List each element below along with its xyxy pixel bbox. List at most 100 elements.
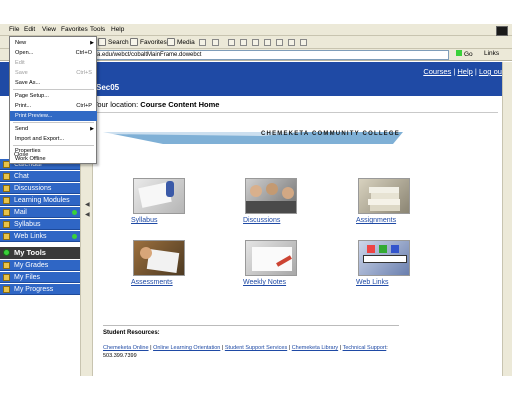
student-support-services-link[interactable]: Student Support Services	[225, 345, 287, 351]
discuss-icon[interactable]	[252, 39, 259, 46]
my-tools-heading: My Tools	[0, 247, 80, 259]
help-link[interactable]: Help	[457, 67, 472, 76]
logout-link[interactable]: Log out	[479, 67, 504, 76]
submenu-arrow-icon: ▶	[90, 126, 94, 132]
assessments-link[interactable]: Assessments	[131, 279, 189, 286]
files-icon	[3, 274, 10, 281]
menu-edit[interactable]: Edit	[24, 26, 35, 33]
collapse-arrow-icon[interactable]: ◀	[85, 211, 90, 218]
menu-file[interactable]: File	[9, 26, 19, 33]
menu-tools[interactable]: Tools	[90, 26, 105, 33]
weblinks-icon	[3, 233, 10, 240]
menu-bar: File Edit View Favorites Tools Help	[0, 24, 512, 36]
courses-link[interactable]: Courses	[423, 67, 451, 76]
technical-support-link[interactable]: Technical Support	[343, 345, 387, 351]
file-menu-new[interactable]: New ▶	[10, 38, 97, 48]
syllabus-link[interactable]: Syllabus	[131, 217, 189, 224]
media-button[interactable]: Media	[167, 38, 195, 46]
nav-item-syllabus[interactable]: Syllabus	[0, 219, 80, 230]
history-icon[interactable]	[199, 39, 206, 46]
address-input[interactable]: a.edu/webct/cobaltMainFrame.dowebct	[94, 50, 449, 60]
file-menu-print[interactable]: Print... Ctrl+P	[10, 101, 97, 111]
mail-icon[interactable]	[212, 39, 219, 46]
nav-item-my-progress[interactable]: My Progress	[0, 284, 80, 295]
file-menu-close[interactable]	[10, 162, 97, 165]
file-menu-close-label[interactable]: Close	[14, 152, 28, 158]
course-title: Sec05	[96, 83, 120, 92]
student-resources-links: Chemeketa Online | Online Learning Orien…	[103, 345, 388, 359]
divider	[103, 325, 399, 326]
divider	[93, 112, 498, 113]
file-menu-page-setup[interactable]: Page Setup...	[10, 91, 97, 101]
tile-weekly-notes[interactable]: Weekly Notes	[243, 240, 301, 286]
nav-item-discussions[interactable]: Discussions	[0, 183, 80, 194]
student-resources-title: Student Resources:	[103, 330, 160, 336]
college-name: CHEMEKETA COMMUNITY COLLEGE	[261, 131, 400, 137]
go-button[interactable]: Go	[456, 50, 473, 58]
discussions-icon	[3, 185, 10, 192]
nav-item-chat[interactable]: Chat	[0, 171, 80, 182]
media-icon	[167, 38, 175, 46]
breadcrumb: Your location: Course Content Home	[93, 100, 220, 109]
file-menu-save-as[interactable]: Save As...	[10, 78, 97, 88]
nav-item-my-grades[interactable]: My Grades	[0, 260, 80, 271]
progress-icon	[3, 286, 10, 293]
tile-assessments[interactable]: Assessments	[131, 240, 189, 286]
copy-icon[interactable]	[288, 39, 295, 46]
grades-icon	[3, 262, 10, 269]
discussions-link[interactable]: Discussions	[243, 217, 301, 224]
file-menu-edit: Edit	[15, 60, 25, 66]
vertical-scrollbar[interactable]	[502, 62, 512, 376]
modules-icon	[3, 197, 10, 204]
status-area	[0, 376, 512, 400]
tile-assignments[interactable]: Assignments	[356, 178, 414, 224]
edit-icon[interactable]	[240, 39, 247, 46]
file-menu-print-preview[interactable]: Print Preview...	[10, 111, 97, 121]
tile-web-links[interactable]: Web Links	[356, 240, 414, 286]
file-menu-dropdown: New ▶ Open... Ctrl+O Edit Save Ctrl+S Save …	[9, 36, 97, 164]
chemeketa-library-link[interactable]: Chemeketa Library	[292, 345, 338, 351]
chemeketa-online-link[interactable]: Chemeketa Online	[103, 345, 149, 351]
tile-discussions[interactable]: Discussions	[243, 178, 301, 224]
file-menu-open[interactable]: Open... Ctrl+O	[10, 48, 97, 58]
nav-item-learning-modules[interactable]: Learning Modules	[0, 195, 80, 206]
messenger-icon[interactable]	[264, 39, 271, 46]
top-links: Courses | Help | Log out	[423, 67, 504, 76]
favorites-button[interactable]: Favorites	[130, 38, 167, 46]
menu-favorites[interactable]: Favorites	[61, 26, 88, 33]
weekly-notes-link[interactable]: Weekly Notes	[243, 279, 301, 286]
new-indicator-icon	[72, 234, 77, 239]
menu-view[interactable]: View	[42, 26, 56, 33]
assignments-link[interactable]: Assignments	[356, 217, 414, 224]
nav-item-mail[interactable]: Mail	[0, 207, 80, 218]
weekly-notes-thumbnail	[245, 240, 297, 276]
syllabus-thumbnail	[133, 178, 185, 214]
collapse-arrow-icon[interactable]: ◀	[85, 201, 90, 208]
submenu-arrow-icon: ▶	[90, 40, 94, 46]
search-button[interactable]: Search	[98, 38, 129, 46]
file-menu-save: Save Ctrl+S	[15, 70, 92, 76]
chat-icon	[3, 173, 10, 180]
discussions-thumbnail	[245, 178, 297, 214]
new-indicator-icon	[72, 210, 77, 215]
links-button[interactable]: Links	[484, 50, 499, 57]
content-frame: Your location: Course Content Home CHEME…	[93, 96, 502, 376]
research-icon[interactable]	[276, 39, 283, 46]
menu-help[interactable]: Help	[111, 26, 124, 33]
mail-icon	[3, 209, 10, 216]
tile-syllabus[interactable]: Syllabus	[131, 178, 189, 224]
online-learning-orientation-link[interactable]: Online Learning Orientation	[153, 345, 220, 351]
go-arrow-icon	[456, 50, 462, 56]
file-menu-import-export[interactable]: Import and Export...	[10, 134, 97, 144]
star-icon	[130, 38, 138, 46]
nav-item-web-links[interactable]: Web Links	[0, 231, 80, 242]
assessments-thumbnail	[133, 240, 185, 276]
menu-separator	[13, 122, 94, 123]
file-menu-send[interactable]: Send ▶	[10, 124, 97, 134]
assignments-thumbnail	[358, 178, 410, 214]
web-links-link[interactable]: Web Links	[356, 279, 414, 286]
print-icon[interactable]	[228, 39, 235, 46]
paste-icon[interactable]	[300, 39, 307, 46]
syllabus-icon	[3, 221, 10, 228]
nav-item-my-files[interactable]: My Files	[0, 272, 80, 283]
